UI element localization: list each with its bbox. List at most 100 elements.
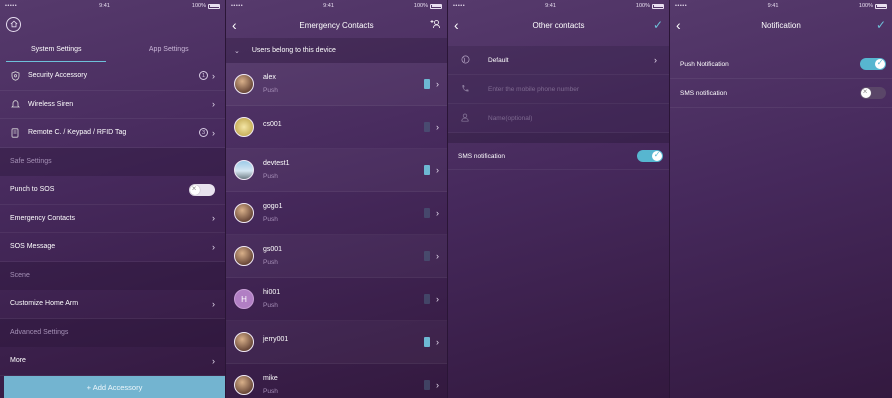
battery-icon bbox=[652, 3, 664, 9]
contact-notify-method: Push bbox=[263, 173, 278, 180]
contact-info: jerry001 bbox=[263, 336, 424, 349]
contact-info: cs001 bbox=[263, 121, 424, 134]
tab-app-settings[interactable]: App Settings bbox=[113, 36, 226, 62]
section-gap bbox=[448, 133, 669, 143]
back-icon[interactable]: ‹ bbox=[676, 17, 692, 33]
chevron-right-icon: › bbox=[212, 355, 215, 366]
battery-icon bbox=[430, 3, 442, 9]
customize-home-arm-row[interactable]: Customize Home Arm › bbox=[0, 290, 225, 319]
sms-notification-toggle[interactable]: ✓ bbox=[637, 150, 663, 162]
emergency-contacts-row[interactable]: Emergency Contacts › bbox=[0, 205, 225, 233]
wireless-siren-row[interactable]: Wireless Siren › bbox=[0, 91, 225, 119]
add-contact-icon[interactable] bbox=[425, 19, 441, 32]
chevron-right-icon: › bbox=[436, 380, 439, 390]
name-input[interactable]: Name(optional) bbox=[488, 115, 657, 122]
chevron-right-icon: › bbox=[212, 241, 215, 252]
contact-row[interactable]: mike Push › bbox=[226, 364, 447, 398]
sos-message-row[interactable]: SOS Message › bbox=[0, 233, 225, 262]
contact-row[interactable]: gogo1 Push › bbox=[226, 192, 447, 235]
home-icon[interactable] bbox=[6, 16, 21, 32]
phone-input-row[interactable]: Enter the mobile phone number bbox=[448, 75, 669, 104]
security-accessory-row[interactable]: Security Accessory 1 › bbox=[0, 62, 225, 91]
contact-row[interactable]: jerry001 › bbox=[226, 321, 447, 364]
chevron-right-icon: › bbox=[212, 298, 215, 309]
remote-keypad-row[interactable]: Remote C. / Keypad / RFID Tag 3 › bbox=[0, 119, 225, 148]
phone-status-icon bbox=[424, 294, 430, 304]
push-notification-label: Push Notification bbox=[680, 60, 729, 68]
avatar bbox=[234, 332, 254, 352]
status-time: 9:41 bbox=[323, 3, 334, 9]
confirm-check-icon[interactable]: ✓ bbox=[647, 18, 663, 32]
contact-info: hi001 Push bbox=[263, 289, 424, 309]
users-header-label: Users belong to this device bbox=[251, 47, 336, 54]
advanced-settings-header: Advanced Settings bbox=[0, 318, 225, 347]
phone-status-icon bbox=[424, 208, 430, 218]
contact-row[interactable]: Hhi001 Push › bbox=[226, 278, 447, 321]
bell-icon bbox=[10, 99, 20, 109]
punch-to-sos-toggle[interactable]: × bbox=[189, 183, 215, 196]
remote-keypad-label: Remote C. / Keypad / RFID Tag bbox=[28, 129, 127, 137]
back-icon[interactable]: ‹ bbox=[454, 17, 470, 33]
navbar: ‹ Other contacts ✓ bbox=[448, 12, 669, 38]
sos-message-label: SOS Message bbox=[10, 243, 56, 251]
tab-system-settings[interactable]: System Settings bbox=[0, 36, 113, 62]
contact-name: alex bbox=[263, 74, 276, 81]
status-time: 9:41 bbox=[767, 3, 779, 9]
sms-notification-row: SMS notification × bbox=[670, 79, 892, 108]
battery-icon bbox=[875, 3, 887, 9]
contact-name: cs001 bbox=[263, 120, 282, 128]
globe-icon bbox=[460, 55, 470, 66]
back-icon[interactable]: ‹ bbox=[232, 17, 248, 33]
more-row[interactable]: More › bbox=[0, 347, 225, 376]
contact-name: hi001 bbox=[263, 289, 281, 296]
contact-name: devtest1 bbox=[263, 160, 290, 167]
contact-notify-method: Push bbox=[263, 259, 278, 266]
phone-input[interactable]: Enter the mobile phone number bbox=[488, 86, 657, 93]
contact-form: Default › Enter the mobile phone number … bbox=[448, 46, 669, 133]
status-bar: ••••• 9:41 100% bbox=[0, 0, 225, 12]
wireless-siren-label: Wireless Siren bbox=[28, 100, 74, 108]
confirm-check-icon[interactable]: ✓ bbox=[870, 18, 886, 32]
chevron-right-icon: › bbox=[436, 79, 439, 89]
contact-row[interactable]: cs001 › bbox=[226, 106, 447, 149]
phone-status-icon bbox=[424, 122, 430, 132]
country-code-row[interactable]: Default › bbox=[448, 46, 669, 75]
avatar bbox=[234, 117, 254, 137]
chevron-right-icon: › bbox=[212, 127, 215, 138]
battery-percent: 100% bbox=[635, 3, 650, 9]
contact-name: gs001 bbox=[263, 246, 283, 253]
scene-header: Scene bbox=[0, 261, 225, 290]
emergency-contacts-screen: ••••• 9:41 100% ‹ Emergency Contacts ⌄ U… bbox=[226, 0, 448, 398]
contact-row[interactable]: devtest1 Push › bbox=[226, 149, 447, 192]
contact-row[interactable]: alex Push › bbox=[226, 63, 447, 106]
name-input-row[interactable]: Name(optional) bbox=[448, 104, 669, 133]
chevron-right-icon: › bbox=[436, 251, 439, 261]
contact-row[interactable]: gs001 Push › bbox=[226, 235, 447, 278]
add-accessory-button[interactable]: + Add Accessory bbox=[4, 376, 225, 398]
punch-to-sos-label: Punch to SOS bbox=[10, 186, 55, 194]
battery-percent: 100% bbox=[191, 3, 206, 9]
punch-to-sos-row: Punch to SOS × bbox=[0, 176, 225, 205]
other-contacts-screen: ••••• 9:41 100% ‹ Other contacts ✓ Defau… bbox=[448, 0, 670, 398]
screens-container: ••••• 9:41 100% System Settings App Sett… bbox=[0, 0, 892, 398]
avatar bbox=[234, 203, 254, 223]
chevron-right-icon: › bbox=[436, 294, 439, 304]
remote-keypad-count: 3 bbox=[199, 128, 208, 138]
push-notification-toggle[interactable]: ✓ bbox=[860, 58, 886, 70]
contact-info: devtest1 Push bbox=[263, 160, 424, 180]
battery-percent: 100% bbox=[413, 3, 428, 9]
contact-info: alex Push bbox=[263, 74, 424, 94]
sms-notification-toggle[interactable]: × bbox=[860, 87, 886, 99]
customize-home-arm-label: Customize Home Arm bbox=[10, 300, 79, 308]
battery-icon bbox=[208, 3, 220, 9]
navbar: ‹ Emergency Contacts bbox=[226, 12, 447, 38]
sms-notification-label: SMS notification bbox=[680, 89, 727, 97]
carrier-signal: ••••• bbox=[5, 3, 18, 9]
chevron-right-icon: › bbox=[436, 165, 439, 175]
avatar: H bbox=[234, 289, 254, 309]
users-section-header[interactable]: ⌄ Users belong to this device bbox=[226, 38, 447, 63]
contact-name: jerry001 bbox=[263, 335, 289, 343]
carrier-signal: ••••• bbox=[453, 3, 466, 9]
status-time: 9:41 bbox=[99, 3, 110, 9]
chevron-right-icon: › bbox=[436, 337, 439, 347]
